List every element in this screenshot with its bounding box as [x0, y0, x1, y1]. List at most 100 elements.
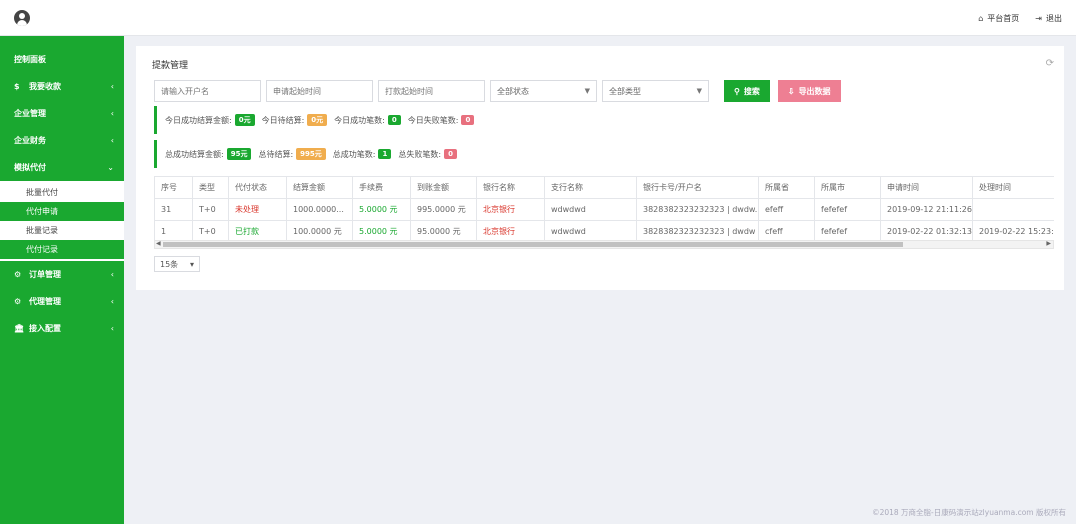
sidebar-item-label: 我要收款 — [29, 82, 61, 91]
stat-label: 今日成功笔数: — [334, 115, 385, 125]
chevron-left-icon: ‹ — [110, 324, 114, 333]
status-select-value: 全部状态 — [497, 86, 529, 96]
caret-down-icon: ▼ — [584, 87, 590, 95]
column-header[interactable]: 申请时间 — [880, 176, 973, 199]
sidebar-item-orders[interactable]: ⚙ 订单管理 ‹ — [0, 261, 124, 288]
stat-label: 总成功笔数: — [332, 149, 376, 159]
chevron-left-icon: ‹ — [110, 297, 114, 306]
sidebar-item-dashboard[interactable]: 控制面板 — [0, 46, 124, 73]
chevron-left-icon: ‹ — [110, 109, 114, 118]
bank-icon: 🏛 — [14, 324, 25, 333]
refresh-icon[interactable]: ⟳ — [1046, 58, 1054, 69]
withdraw-panel: 提款管理 ⟳ 全部状态 ▼ 全部类型 ▼ ⚲ 搜索 ⇩ 导出数据 今日成功结算金… — [136, 46, 1064, 290]
stat-label: 今日失败笔数: — [407, 115, 459, 125]
column-header[interactable]: 银行名称 — [476, 176, 545, 199]
table-cell — [972, 198, 1054, 221]
scroll-left-icon[interactable]: ◀ — [156, 240, 161, 247]
search-button-label: 搜索 — [743, 86, 760, 96]
table-cell: efeff — [758, 198, 815, 221]
search-icon: ⚲ — [734, 86, 740, 96]
stat-label: 总待结算: — [258, 149, 294, 159]
filter-bar: 全部状态 ▼ 全部类型 ▼ ⚲ 搜索 ⇩ 导出数据 — [154, 80, 841, 102]
home-link-label: 平台首页 — [987, 14, 1020, 23]
column-header[interactable]: 所属省 — [758, 176, 815, 199]
sidebar: 控制面板 $ 我要收款 ‹ 企业管理 ‹ 企业财务 ‹ 模拟代付 ⌄ 批量代付 … — [0, 36, 124, 524]
sidebar-item-access[interactable]: 🏛 接入配置 ‹ — [0, 315, 124, 342]
chevron-left-icon: ‹ — [110, 136, 114, 145]
chevron-left-icon: ‹ — [110, 270, 114, 279]
stat-label: 总失败笔数: — [398, 149, 442, 159]
status-select[interactable]: 全部状态 ▼ — [490, 80, 597, 102]
scroll-right-icon[interactable]: ▶ — [1046, 240, 1051, 247]
avatar-icon[interactable] — [14, 10, 30, 26]
sidebar-item-receive[interactable]: $ 我要收款 ‹ — [0, 73, 124, 100]
page-size-value: 15条 — [160, 259, 179, 269]
stat-badge: 0 — [387, 115, 401, 125]
sidebar-item-finance[interactable]: 企业财务 ‹ — [0, 127, 124, 154]
table-cell: 1000.0000... — [286, 198, 353, 221]
account-name-input[interactable] — [154, 80, 261, 102]
column-header[interactable]: 到账金额 — [410, 176, 477, 199]
pay-time-input[interactable] — [378, 80, 485, 102]
stat-badge: 1 — [378, 149, 392, 159]
stat-label: 今日成功结算金额: — [165, 115, 232, 125]
horizontal-scrollbar[interactable]: ◀ ▶ — [154, 240, 1054, 249]
column-header[interactable]: 手续费 — [352, 176, 411, 199]
column-header[interactable]: 所属市 — [814, 176, 881, 199]
top-bar: ⌂ 平台首页 ⇥ 退出 — [0, 0, 1076, 36]
scrollbar-thumb[interactable] — [163, 242, 903, 247]
sidebar-item-payout[interactable]: 模拟代付 ⌄ — [0, 154, 124, 181]
sidebar-item-label: 模拟代付 — [14, 163, 46, 172]
home-icon: ⌂ — [978, 14, 984, 23]
table-row[interactable]: 31 T+0 未处理 1000.0000... 5.0000 元 995.000… — [154, 198, 1054, 221]
logout-link-label: 退出 — [1046, 14, 1062, 23]
export-button[interactable]: ⇩ 导出数据 — [777, 80, 841, 102]
column-header[interactable]: 结算金额 — [286, 176, 353, 199]
type-select[interactable]: 全部类型 ▼ — [602, 80, 709, 102]
apply-time-input[interactable] — [266, 80, 373, 102]
status-cell: 未处理 — [228, 198, 287, 221]
chevron-down-icon: ⌄ — [107, 163, 114, 172]
caret-down-icon: ▾ — [189, 259, 194, 269]
total-stats: 总成功结算金额: 95元 总待结算: 995元 总成功笔数: 1 总失败笔数: … — [154, 140, 461, 168]
top-links: ⌂ 平台首页 ⇥ 退出 — [978, 13, 1062, 24]
withdraw-table: 序号 类型 代付状态 结算金额 手续费 到账金额 银行名称 支行名称 银行卡号/… — [154, 176, 1054, 243]
export-icon: ⇩ — [787, 86, 795, 96]
table-cell: 995.0000 元 — [410, 198, 477, 221]
sidebar-item-enterprise[interactable]: 企业管理 ‹ — [0, 100, 124, 127]
stat-badge: 0元 — [307, 114, 328, 126]
today-stats: 今日成功结算金额: 0元 今日待结算: 0元 今日成功笔数: 0 今日失败笔数:… — [154, 106, 478, 134]
submenu-batch-payout[interactable]: 批量代付 — [0, 183, 124, 202]
export-button-label: 导出数据 — [798, 86, 831, 96]
column-header[interactable]: 银行卡号/开户名 — [636, 176, 759, 199]
search-button[interactable]: ⚲ 搜索 — [724, 80, 770, 102]
column-header[interactable]: 代付状态 — [228, 176, 287, 199]
stat-label: 今日待结算: — [261, 115, 305, 125]
sidebar-item-agents[interactable]: ⚙ 代理管理 ‹ — [0, 288, 124, 315]
logout-link[interactable]: ⇥ 退出 — [1035, 13, 1062, 24]
submenu-payout-records[interactable]: 代付记录 — [0, 240, 124, 259]
footer-copyright: ©2018 万商全脂-日康码演示站zlyuanma.com 版权所有 — [872, 508, 1066, 517]
withdraw-table-wrap: 序号 类型 代付状态 结算金额 手续费 到账金额 银行名称 支行名称 银行卡号/… — [154, 176, 1054, 248]
sidebar-item-label: 控制面板 — [14, 55, 46, 64]
gear-icon: ⚙ — [14, 297, 22, 306]
table-cell: 2019-09-12 21:11:26 — [880, 198, 973, 221]
bank-cell: 北京银行 — [476, 198, 545, 221]
page-size-select[interactable]: 15条 ▾ — [154, 256, 200, 272]
sidebar-item-label: 订单管理 — [29, 270, 61, 279]
home-link[interactable]: ⌂ 平台首页 — [978, 13, 1019, 24]
submenu-payout-apply[interactable]: 代付申请 — [0, 202, 124, 221]
submenu-batch-records[interactable]: 批量记录 — [0, 221, 124, 240]
stat-badge: 0 — [444, 149, 457, 159]
column-header[interactable]: 类型 — [192, 176, 229, 199]
column-header[interactable]: 处理时间 — [972, 176, 1054, 199]
gear-icon: ⚙ — [14, 270, 22, 279]
sidebar-item-label: 代理管理 — [29, 297, 61, 306]
column-header[interactable]: 序号 — [154, 176, 193, 199]
column-header[interactable]: 支行名称 — [544, 176, 637, 199]
table-cell: 3828382323232323 | dwdw... — [636, 198, 759, 221]
table-cell: wdwdwd — [544, 198, 637, 221]
dollar-icon: $ — [14, 82, 20, 91]
sidebar-item-label: 接入配置 — [29, 324, 61, 333]
stat-badge: 95元 — [226, 148, 252, 160]
